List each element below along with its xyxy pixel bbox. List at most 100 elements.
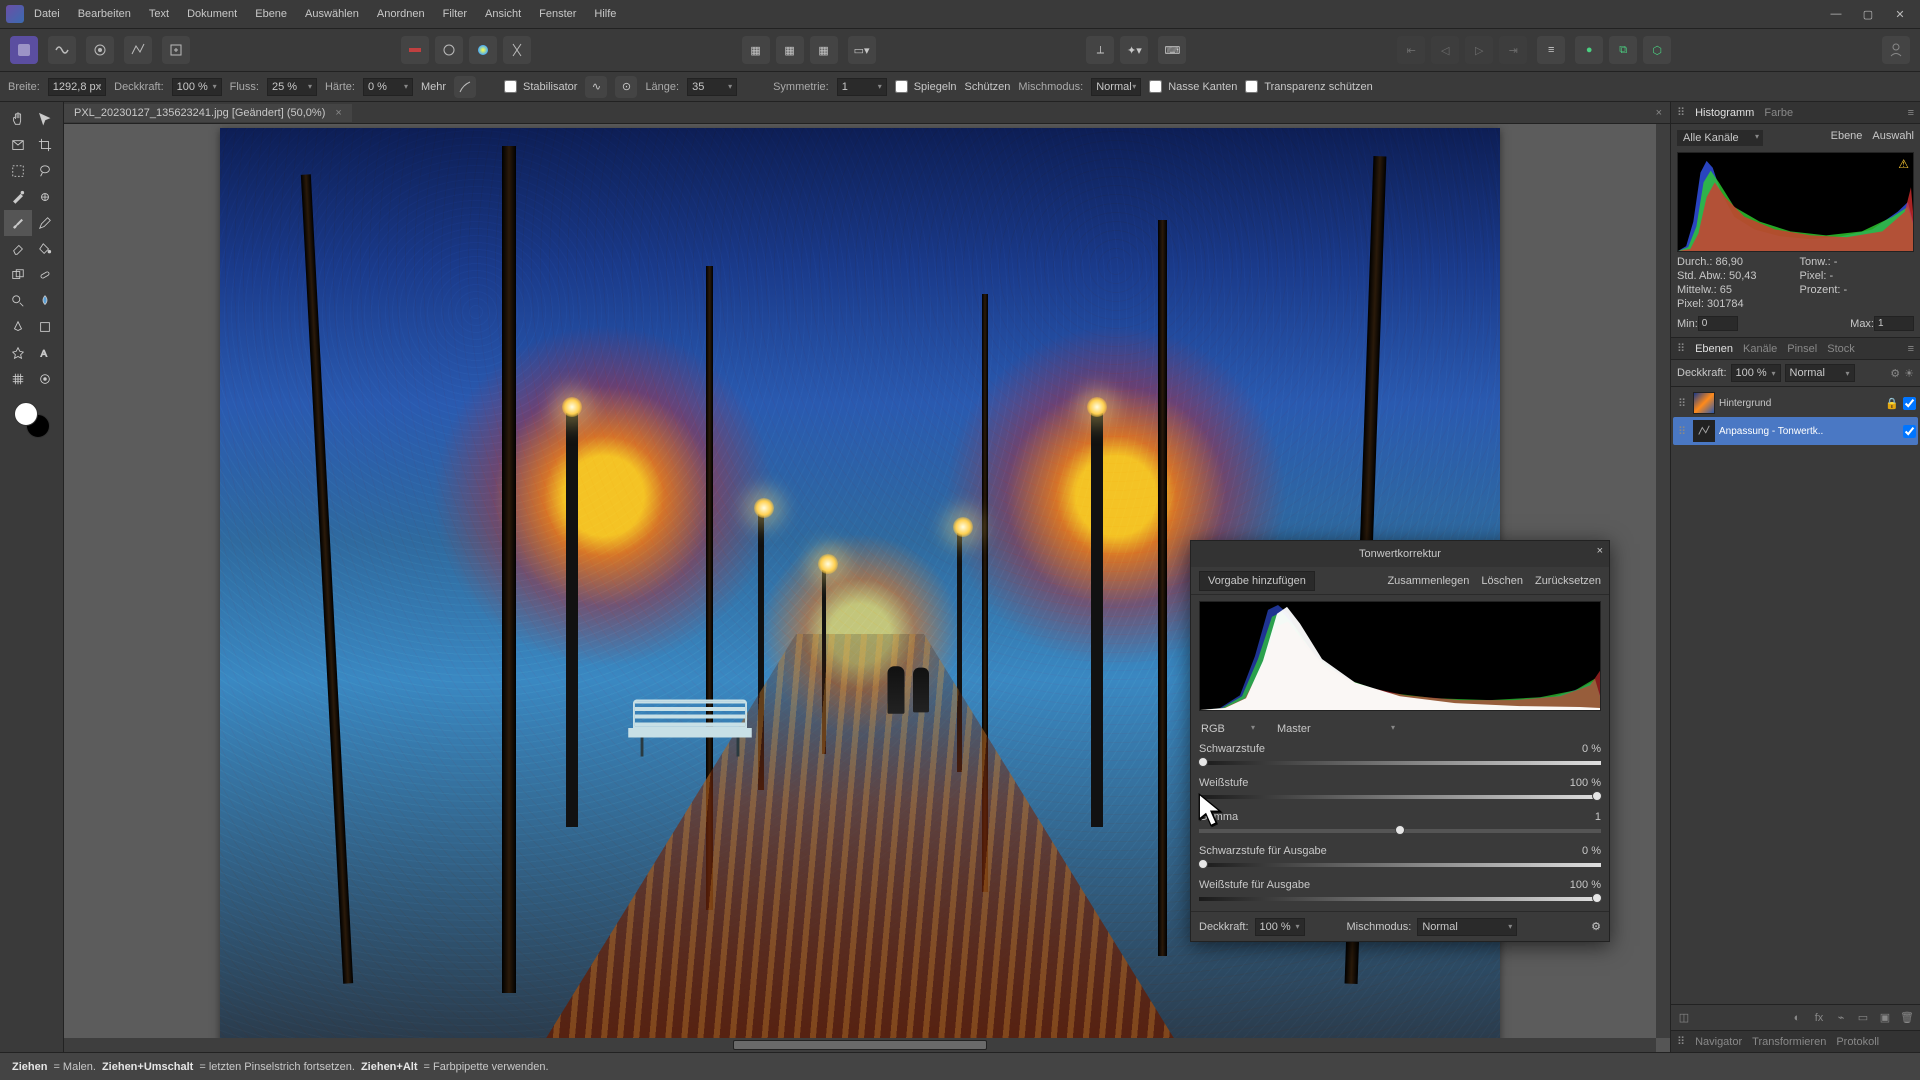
colorspace-select[interactable]: RGB [1199, 721, 1255, 737]
histo-auswahl-link[interactable]: Auswahl [1872, 130, 1914, 142]
layer-lock-icon[interactable]: 🔒 [1885, 397, 1899, 410]
mischmodus-select[interactable]: Normal [1091, 78, 1141, 96]
master-select[interactable]: Master [1275, 721, 1395, 737]
menu-bearbeiten[interactable]: Bearbeiten [78, 8, 131, 20]
histo-max-input[interactable] [1874, 316, 1914, 331]
panel-grip-icon[interactable]: ⠿ [1677, 106, 1685, 119]
slider-thumb[interactable] [1198, 757, 1208, 767]
gamma-slider[interactable] [1199, 829, 1601, 833]
doc-setup-icon[interactable]: ▭▾ [848, 36, 876, 64]
shape-tool[interactable] [32, 314, 60, 340]
transform-tab[interactable]: Transformieren [1752, 1036, 1826, 1048]
menu-anordnen[interactable]: Anordnen [377, 8, 425, 20]
star-tool[interactable] [4, 340, 32, 366]
deckkraft-input[interactable]: 100 % [172, 78, 222, 96]
layers-opacity-input[interactable]: 100 % [1731, 364, 1781, 382]
window-maximize-button[interactable]: ▢ [1854, 4, 1882, 24]
document-tab[interactable]: PXL_20230127_135623241.jpg [Geändert] (5… [64, 104, 352, 122]
photo-persona-button[interactable] [10, 36, 38, 64]
fluss-input[interactable]: 25 % [267, 78, 317, 96]
panel-grip-icon[interactable]: ⠿ [1677, 342, 1685, 355]
dodge-tool[interactable] [4, 288, 32, 314]
symmetrie-input[interactable]: 1 [837, 78, 887, 96]
menu-text[interactable]: Text [149, 8, 169, 20]
layers-tab[interactable]: Ebenen [1695, 343, 1733, 355]
breite-input[interactable]: 1292,8 px [48, 78, 106, 96]
refine-icon[interactable] [435, 36, 463, 64]
merge-button[interactable]: Zusammenlegen [1387, 575, 1469, 587]
menu-datei[interactable]: Datei [34, 8, 60, 20]
haerte-input[interactable]: 0 % [363, 78, 413, 96]
text-tool[interactable]: A [32, 340, 60, 366]
laenge-input[interactable]: 35 [687, 78, 737, 96]
develop-persona-button[interactable] [86, 36, 114, 64]
brush-select-tool[interactable] [32, 184, 60, 210]
hand-tool[interactable] [4, 106, 32, 132]
guides-icon[interactable]: ✦▾ [1120, 36, 1148, 64]
protokoll-tab[interactable]: Protokoll [1836, 1036, 1879, 1048]
dialog-opacity-input[interactable]: 100 % [1255, 918, 1305, 936]
preview-icon[interactable]: ⌨ [1158, 36, 1186, 64]
nasse-kanten-checkbox[interactable]: Nasse Kanten [1149, 80, 1237, 93]
slider-thumb[interactable] [1395, 825, 1405, 835]
layer-thumb[interactable] [1693, 392, 1715, 414]
snap-center-icon[interactable]: ▦ [776, 36, 804, 64]
layer-visibility-icon[interactable]: ⠿ [1675, 425, 1689, 438]
picker-tool[interactable] [32, 366, 60, 392]
view-tool[interactable] [4, 132, 32, 158]
stabilisator-checkbox[interactable]: Stabilisator [504, 80, 577, 93]
farbe-tab[interactable]: Farbe [1764, 107, 1793, 119]
white-output-slider[interactable] [1199, 897, 1601, 901]
color-icon[interactable] [469, 36, 497, 64]
add-live-icon[interactable]: ⌁ [1832, 1009, 1850, 1027]
add-adjust-icon[interactable]: ◐ [1788, 1009, 1806, 1027]
add-layer-icon[interactable]: ▭ [1854, 1009, 1872, 1027]
dialog-titlebar[interactable]: Tonwertkorrektur × [1191, 541, 1609, 567]
clone-tool[interactable] [4, 262, 32, 288]
close-tab-icon[interactable]: × [335, 107, 341, 119]
dialog-blend-select[interactable]: Normal [1417, 918, 1517, 936]
window-minimize-button[interactable]: — [1822, 4, 1850, 24]
grid-tool[interactable] [4, 366, 32, 392]
delete-button[interactable]: Löschen [1481, 575, 1523, 587]
add-fx-icon[interactable]: fx [1810, 1009, 1828, 1027]
slider-thumb[interactable] [1592, 893, 1602, 903]
pen-tool[interactable] [4, 314, 32, 340]
layers-sun-icon[interactable]: ☀ [1904, 367, 1914, 380]
tab-close-all-icon[interactable]: × [1656, 107, 1670, 119]
menu-hilfe[interactable]: Hilfe [594, 8, 616, 20]
window-mode-icon[interactable]: ⊙ [615, 76, 637, 98]
group-icon[interactable]: ▣ [1876, 1009, 1894, 1027]
layer-thumb[interactable] [1693, 420, 1715, 442]
color-swatch[interactable] [10, 402, 54, 438]
schuetzen-link[interactable]: Schützen [965, 81, 1011, 93]
layer-name[interactable]: Hintergrund [1719, 398, 1881, 409]
slider-thumb[interactable] [1198, 859, 1208, 869]
flood-select-tool[interactable] [4, 184, 32, 210]
layer-visible-checkbox[interactable] [1903, 425, 1916, 438]
rope-mode-icon[interactable]: ∿ [585, 76, 607, 98]
channel-select[interactable]: Alle Kanäle [1677, 130, 1763, 146]
reset-button[interactable]: Zurücksetzen [1535, 575, 1601, 587]
horizontal-scrollbar-thumb[interactable] [733, 1040, 988, 1050]
layers-blend-select[interactable]: Normal [1785, 364, 1855, 382]
black-level-slider[interactable] [1199, 761, 1601, 765]
transparenz-checkbox[interactable]: Transparenz schützen [1245, 80, 1372, 93]
crop-tool[interactable] [32, 132, 60, 158]
sync-on-icon[interactable]: ● [1575, 36, 1603, 64]
layer-visible-checkbox[interactable] [1903, 397, 1916, 410]
erase-tool[interactable] [4, 236, 32, 262]
panel-grip-icon[interactable]: ⠿ [1677, 1035, 1685, 1048]
delete-layer-icon[interactable]: 🗑 [1898, 1009, 1916, 1027]
menu-dokument[interactable]: Dokument [187, 8, 237, 20]
add-mask-icon[interactable]: ◫ [1675, 1009, 1693, 1027]
brushes-tab[interactable]: Pinsel [1787, 343, 1817, 355]
add-preset-button[interactable]: Vorgabe hinzufügen [1199, 571, 1315, 591]
ruler-icon[interactable]: ⟂ [1086, 36, 1114, 64]
window-close-button[interactable]: ✕ [1886, 4, 1914, 24]
menu-auswaehlen[interactable]: Auswählen [305, 8, 359, 20]
liquify-persona-button[interactable] [48, 36, 76, 64]
histogram-warning-icon[interactable]: ⚠ [1898, 157, 1909, 171]
dialog-close-icon[interactable]: × [1597, 545, 1603, 557]
spiegeln-checkbox[interactable]: Spiegeln [895, 80, 957, 93]
